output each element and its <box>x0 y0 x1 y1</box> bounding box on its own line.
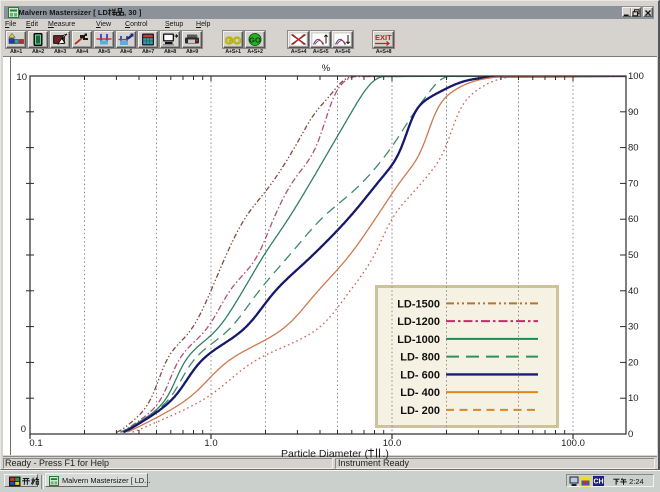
svg-text:Particle Diameter (: Particle Diameter ( <box>281 448 368 459</box>
svg-text:10: 10 <box>16 72 27 83</box>
svg-text:%: % <box>322 63 331 74</box>
svg-text:0.1: 0.1 <box>29 438 42 449</box>
svg-text:.): .) <box>383 448 389 459</box>
svg-text:GO: GO <box>249 35 261 44</box>
svg-text:30: 30 <box>628 322 639 333</box>
svg-text:CH: CH <box>593 479 603 486</box>
svg-text:80: 80 <box>628 143 639 154</box>
svg-text:90: 90 <box>628 107 639 118</box>
svg-text:LD-1200: LD-1200 <box>397 316 440 328</box>
svg-text:GO: GO <box>225 35 241 46</box>
svg-text:1.0: 1.0 <box>204 438 217 449</box>
svg-text:60: 60 <box>628 214 639 225</box>
svg-text:LD-1500: LD-1500 <box>397 298 440 310</box>
svg-text:50: 50 <box>628 250 639 261</box>
svg-text:LD- 400: LD- 400 <box>400 387 440 399</box>
svg-text:20: 20 <box>628 357 639 368</box>
svg-text:LD-1000: LD-1000 <box>397 334 440 346</box>
svg-text:EXIT: EXIT <box>375 33 392 42</box>
svg-text:100: 100 <box>628 71 644 82</box>
svg-text:LD- 200: LD- 200 <box>400 405 440 417</box>
svg-text:40: 40 <box>628 286 639 297</box>
svg-text:LD- 800: LD- 800 <box>400 352 440 364</box>
svg-text:100.0: 100.0 <box>561 438 585 449</box>
svg-text:70: 70 <box>628 178 639 189</box>
svg-text:0: 0 <box>628 429 633 440</box>
svg-text:0: 0 <box>21 424 26 435</box>
svg-text:LD- 600: LD- 600 <box>400 369 440 381</box>
svg-text:10: 10 <box>628 393 639 404</box>
